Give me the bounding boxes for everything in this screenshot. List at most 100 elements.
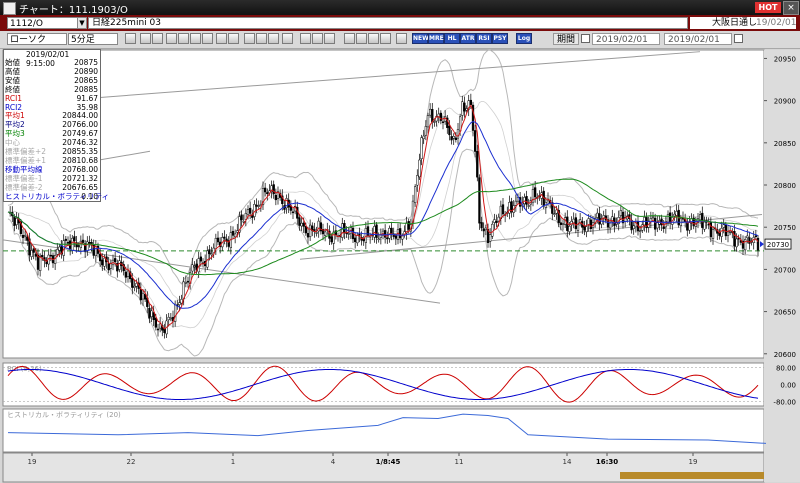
x-tick-label: 1/8:45 xyxy=(376,458,401,466)
candle-body xyxy=(101,259,104,266)
candle-body xyxy=(632,225,635,229)
toolbar-tool-icon[interactable] xyxy=(312,33,323,44)
date-from-checkbox[interactable] xyxy=(581,34,590,43)
candle-body xyxy=(461,101,464,116)
candle-body xyxy=(34,253,38,257)
candle-body xyxy=(141,292,145,300)
code-dropdown-icon[interactable]: ▼ xyxy=(77,17,87,29)
info-row-value: 20865 xyxy=(74,75,98,85)
candle-body xyxy=(596,212,599,218)
candle-body xyxy=(356,235,359,244)
candle-body xyxy=(377,238,380,241)
toolbar-tool-icon[interactable] xyxy=(216,33,227,44)
indicator-new-button[interactable]: NEW xyxy=(412,33,429,44)
toolbar-tool-icon[interactable] xyxy=(152,33,163,44)
candle-body xyxy=(576,224,580,231)
toolbar-tool-icon[interactable] xyxy=(300,33,311,44)
candle-body xyxy=(186,280,190,283)
info-row: 移動平均線 20768.00 xyxy=(5,164,99,174)
toolbar-tool-icon[interactable] xyxy=(202,33,213,44)
y-tick-label: 20650 xyxy=(774,309,796,317)
toolbar-tool-icon[interactable] xyxy=(256,33,267,44)
toolbar-tool-icon[interactable] xyxy=(166,33,177,44)
y-tick-label: 20900 xyxy=(774,98,796,106)
toolbar-tool-icon[interactable] xyxy=(178,33,189,44)
info-row-value: 20768.00 xyxy=(62,164,98,174)
toolbar-tool-icon[interactable] xyxy=(380,33,391,44)
toolbar-tool-icon[interactable] xyxy=(344,33,355,44)
chart-window: チャート：111.1903/O HOT × 1112/O ▼ 日経225mini… xyxy=(0,0,800,483)
candle-body xyxy=(154,317,158,328)
candle-body xyxy=(407,221,410,230)
candle-body xyxy=(103,257,106,267)
candle-body xyxy=(23,234,27,237)
close-icon[interactable]: × xyxy=(783,1,799,15)
candle-body xyxy=(315,232,318,234)
candle-body xyxy=(454,137,458,140)
toolbar-tool-icon[interactable] xyxy=(368,33,379,44)
toolbar-tool-icon[interactable] xyxy=(228,33,239,44)
indicator-atr-button[interactable]: ATR xyxy=(460,33,476,44)
hot-badge[interactable]: HOT xyxy=(755,2,781,13)
candle-body xyxy=(375,224,378,238)
toolbar-tool-icon[interactable] xyxy=(244,33,255,44)
candle-body xyxy=(433,121,436,123)
price-chart[interactable]: 20600 20650 20700 20750 20800 20850 20900 20950… xyxy=(0,48,800,483)
candle-body xyxy=(240,214,243,221)
candle-body xyxy=(420,137,423,160)
toolbar-tool-icon[interactable] xyxy=(140,33,151,44)
info-row-label: 標準偏差-1 xyxy=(5,173,43,183)
candle-body xyxy=(703,221,706,230)
info-row-value: 20749.67 xyxy=(62,129,98,139)
info-row-label: RCI1 xyxy=(5,93,23,103)
candle-body xyxy=(501,204,505,215)
toolbar-tool-icon[interactable] xyxy=(396,33,407,44)
date-to-input[interactable]: 2019/02/01 xyxy=(664,33,732,45)
candle-body xyxy=(300,222,303,227)
candle-body xyxy=(720,228,723,237)
code-input[interactable]: 1112/O xyxy=(7,17,79,29)
x-tick-label: 1 xyxy=(231,458,235,466)
current-price-label: 20730 xyxy=(767,241,789,249)
indicator-log-button[interactable]: Log xyxy=(516,33,532,44)
range-checkbox[interactable] xyxy=(734,34,743,43)
candle-body xyxy=(424,126,428,136)
candle-body xyxy=(726,231,730,236)
candle-body xyxy=(572,218,575,223)
indicator-psy-button[interactable]: PSY xyxy=(492,33,508,44)
candle-body xyxy=(246,209,250,216)
candle-body xyxy=(450,136,453,141)
candle-body xyxy=(135,283,138,287)
indicator-mre-button[interactable]: MRE xyxy=(428,33,444,44)
candle-body xyxy=(253,204,256,217)
info-row: 標準偏差-2 20676.65 xyxy=(5,183,99,192)
info-row-value: 0.10 xyxy=(81,191,98,201)
candle-body xyxy=(668,212,672,224)
toolbar-tool-icon[interactable] xyxy=(125,33,136,44)
toolbar-tool-icon[interactable] xyxy=(268,33,279,44)
indicator-hl-button[interactable]: HL xyxy=(444,33,460,44)
chart-type-select[interactable]: ローソク xyxy=(7,33,67,45)
candle-body xyxy=(113,258,117,262)
candle-body xyxy=(493,219,496,223)
candle-body xyxy=(448,125,451,136)
indicator-rsi-button[interactable]: RSI xyxy=(476,33,492,44)
period-label: 期間 xyxy=(553,33,579,45)
toolbar-tool-icon[interactable] xyxy=(324,33,335,44)
toolbar-tool-icon[interactable] xyxy=(190,33,201,44)
toolbar-tool-icon[interactable] xyxy=(356,33,367,44)
candle-body xyxy=(476,151,479,178)
candle-body xyxy=(21,234,25,238)
date-from-input[interactable]: 2019/02/01 xyxy=(592,33,660,45)
toolbar-tool-icon[interactable] xyxy=(282,33,293,44)
candle-body xyxy=(56,249,59,255)
interval-select[interactable]: 5分足 xyxy=(68,33,118,45)
candle-body xyxy=(675,210,678,216)
candle-body xyxy=(418,159,421,178)
info-row-value: 20844.00 xyxy=(62,111,98,121)
candle-body xyxy=(73,236,76,242)
candle-body xyxy=(473,130,477,152)
candle-body xyxy=(746,235,749,239)
candle-body xyxy=(126,270,130,277)
candle-body xyxy=(178,302,181,305)
